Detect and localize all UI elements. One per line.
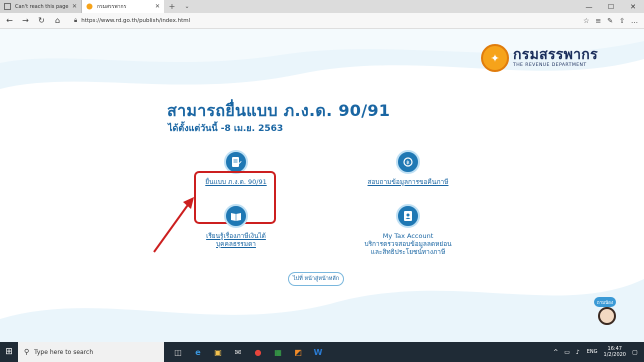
- windows-taskbar: ⊞ ⚲ Type here to search ◫ e ▣ ✉ ● ▦ ◩ W …: [0, 342, 644, 362]
- line-app-icon[interactable]: ▦: [268, 342, 288, 362]
- edge-icon[interactable]: e: [188, 342, 208, 362]
- page-content: ✦ กรมสรรพากร THE REVENUE DEPARTMENT สามา…: [0, 29, 644, 342]
- app-icon[interactable]: ◩: [288, 342, 308, 362]
- tab-close-icon[interactable]: ✕: [72, 3, 77, 10]
- my-tax-label-line1: My Tax Account: [382, 232, 434, 240]
- page-subhead: ได้ตั้งแต่วันนี้ -8 เม.ย. 2563: [168, 124, 284, 134]
- background-waves: [0, 29, 644, 342]
- more-menu-icon[interactable]: …: [631, 17, 638, 25]
- forward-button[interactable]: →: [19, 14, 32, 27]
- refresh-button[interactable]: ↻: [35, 14, 48, 27]
- start-button[interactable]: ⊞: [0, 342, 18, 362]
- clock[interactable]: 16:47 1/2/2020: [604, 346, 626, 358]
- tray-expand-icon[interactable]: ^: [553, 349, 558, 356]
- chat-bubble: ถามน้อง: [594, 297, 616, 307]
- tab-cant-reach[interactable]: Can't reach this page ✕: [0, 0, 82, 13]
- chrome-icon[interactable]: ●: [248, 342, 268, 362]
- seal-icon: ✦: [481, 44, 509, 72]
- tab-list-button[interactable]: ⌄: [180, 0, 194, 13]
- back-to-home-button[interactable]: ไปที่ หน้าสู่หน้าหลัก: [288, 272, 344, 286]
- taskbar-apps: ◫ e ▣ ✉ ● ▦ ◩ W: [168, 342, 328, 362]
- logo-thai-text: กรมสรรพากร: [513, 47, 598, 63]
- taskbar-search-input[interactable]: ⚲ Type here to search: [18, 342, 164, 362]
- url-text: https://www.rd.go.th/publish/index.html: [81, 17, 191, 24]
- new-tab-button[interactable]: +: [164, 0, 180, 13]
- browser-tab-strip: Can't reach this page ✕ กรมสรรพากร ✕ + ⌄…: [0, 0, 644, 13]
- task-view-icon[interactable]: ◫: [168, 342, 188, 362]
- clock-date: 1/2/2020: [603, 352, 626, 358]
- refund-status-link[interactable]: ฿ สอบถามข้อมูลการขอคืนภาษี: [358, 150, 458, 186]
- tab-label: กรมสรรพากร: [97, 3, 127, 10]
- tax-account-icon: [396, 204, 420, 228]
- my-tax-account-link[interactable]: My Tax Account บริการตรวจสอบข้อมูลลดหย่อ…: [353, 204, 463, 256]
- back-button[interactable]: ←: [3, 14, 16, 27]
- search-placeholder: Type here to search: [34, 348, 94, 356]
- svg-text:฿: ฿: [406, 160, 409, 166]
- volume-icon[interactable]: ♪: [576, 349, 580, 356]
- revenue-dept-logo[interactable]: ✦ กรมสรรพากร THE REVENUE DEPARTMENT: [481, 44, 598, 72]
- my-tax-label-line2: บริการตรวจสอบข้อมูลลดหย่อน: [364, 240, 452, 248]
- home-button[interactable]: ⌂: [51, 14, 64, 27]
- file-explorer-icon[interactable]: ▣: [208, 342, 228, 362]
- tab-label: Can't reach this page: [15, 3, 69, 10]
- url-input[interactable]: 🔒︎ https://www.rd.go.th/publish/index.ht…: [74, 15, 544, 27]
- close-window-button[interactable]: ✕: [622, 0, 644, 13]
- tab-close-icon[interactable]: ✕: [155, 3, 160, 10]
- window-controls: — ☐ ✕: [578, 0, 644, 13]
- search-refund-icon: ฿: [396, 150, 420, 174]
- share-icon[interactable]: ⇧: [619, 17, 625, 25]
- lock-icon: 🔒︎: [74, 16, 78, 24]
- network-icon[interactable]: ▭: [564, 349, 570, 356]
- word-icon[interactable]: W: [308, 342, 328, 362]
- logo-english-text: THE REVENUE DEPARTMENT: [513, 63, 587, 68]
- refund-status-label: สอบถามข้อมูลการขอคืนภาษี: [367, 178, 449, 186]
- minimize-button[interactable]: —: [578, 0, 600, 13]
- broken-page-icon: [4, 3, 11, 10]
- rd-favicon: [86, 3, 93, 10]
- system-tray: ^ ▭ ♪ ENG 16:47 1/2/2020 ▢: [550, 342, 640, 362]
- address-bar: ← → ↻ ⌂ 🔒︎ https://www.rd.go.th/publish/…: [0, 13, 644, 29]
- chatbot-avatar-icon: [598, 307, 616, 325]
- browser-tools: ☆ ≡ ✎ ⇧ …: [583, 17, 638, 25]
- tab-revenue-dept[interactable]: กรมสรรพากร ✕: [82, 0, 164, 13]
- book-icon: [224, 204, 248, 228]
- search-icon: ⚲: [24, 348, 30, 356]
- pen-icon[interactable]: ✎: [607, 17, 613, 25]
- favorite-star-icon[interactable]: ☆: [583, 17, 589, 25]
- red-arrow-icon: [153, 197, 194, 253]
- notification-icon[interactable]: ▢: [630, 342, 640, 362]
- learn-label-line2: บุคคลธรรมดา: [216, 240, 256, 248]
- maximize-button[interactable]: ☐: [600, 0, 622, 13]
- mail-icon[interactable]: ✉: [228, 342, 248, 362]
- learn-label-line1: เรียนรู้เรื่องภาษีเงินได้: [206, 232, 266, 240]
- my-tax-label-line3: และสิทธิประโยชน์ทางภาษี: [370, 248, 446, 256]
- language-indicator[interactable]: ENG: [587, 349, 598, 355]
- favorites-list-icon[interactable]: ≡: [595, 17, 601, 25]
- learn-income-tax-link[interactable]: เรียนรู้เรื่องภาษีเงินได้ บุคคลธรรมดา: [194, 204, 278, 248]
